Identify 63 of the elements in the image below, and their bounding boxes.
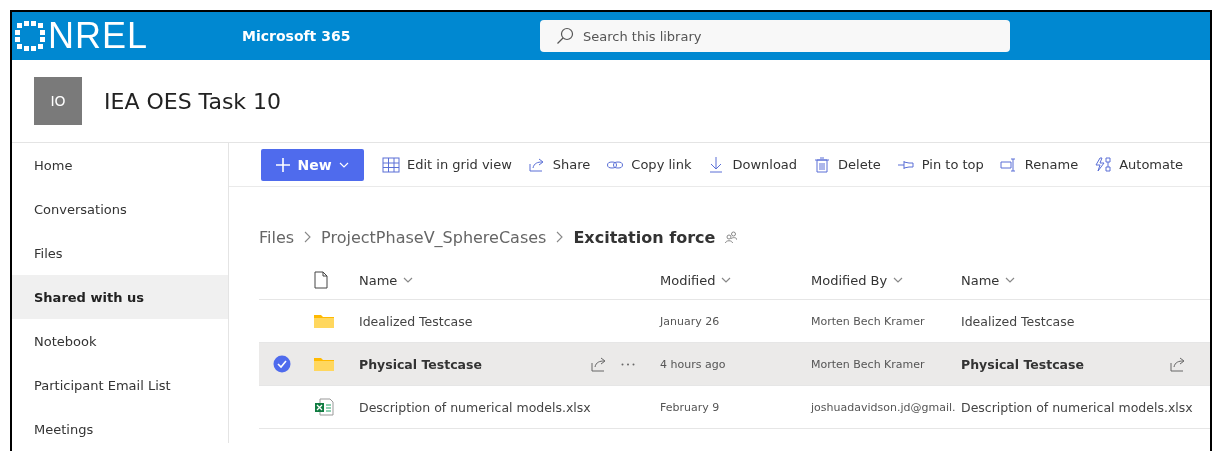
toolbar-command[interactable]: Pin to top: [896, 155, 984, 174]
file-icon: [314, 271, 328, 289]
trash-icon: [813, 155, 832, 174]
file-name[interactable]: Idealized Testcase: [359, 313, 591, 329]
column-header[interactable]: Modified By: [811, 272, 961, 288]
column-header[interactable]: Name: [961, 272, 1170, 288]
chevron-down-icon: [721, 277, 732, 283]
folder-icon: [314, 313, 334, 329]
chevron-down-icon: [338, 161, 349, 168]
chevron-right-icon: [556, 231, 564, 243]
nav-item[interactable]: Conversations: [12, 187, 228, 231]
plus-icon: [276, 157, 291, 172]
logo-text: NREL: [48, 15, 149, 57]
toolbar-command[interactable]: Share: [527, 155, 591, 174]
nav-item[interactable]: Files: [12, 231, 228, 275]
nav-item[interactable]: Meetings: [12, 407, 228, 451]
chevron-right-icon: [304, 231, 312, 243]
table-cell-text: Morten Bech Kramer: [811, 314, 926, 328]
nav-item[interactable]: Shared with us: [12, 275, 228, 319]
logo-icon: [14, 20, 46, 52]
table-cell-text: 4 hours ago: [660, 357, 727, 371]
column-header[interactable]: Modified: [660, 272, 811, 288]
table-cell: Description of numerical models.xlsx: [961, 399, 1193, 415]
spreadsheet-icon: [314, 398, 334, 416]
grid-icon: [382, 155, 400, 174]
table-cell-text: Morten Bech Kramer: [811, 357, 926, 371]
rename-icon: [999, 155, 1018, 174]
people-icon: [725, 231, 738, 243]
nav-item[interactable]: Notebook: [12, 319, 228, 363]
new-button[interactable]: New: [261, 148, 364, 181]
file-name[interactable]: Physical Testcase: [359, 356, 591, 372]
site-logo: IO: [34, 77, 82, 125]
toolbar-command[interactable]: Download: [707, 155, 798, 174]
breadcrumb-link[interactable]: Files: [259, 227, 295, 247]
nav-item[interactable]: Home: [12, 143, 228, 187]
app-title: Microsoft 365: [242, 28, 352, 44]
toolbar-command[interactable]: Copy link: [606, 155, 692, 174]
current-folder: Excitation force: [573, 227, 716, 247]
toolbar-command[interactable]: Rename: [999, 155, 1079, 174]
toolbar-command[interactable]: Automate: [1094, 155, 1184, 174]
table-cell-text: joshuadavidson.jd@gmail.: [811, 400, 957, 414]
chevron-down-icon: [1005, 277, 1016, 283]
toolbar-command[interactable]: Edit in grid view: [382, 155, 512, 174]
table-row[interactable]: Description of numerical models.xlsx February 9 joshuadavidson.jd@gmail. Description of numerical models.xlsx: [259, 386, 1210, 429]
search-field[interactable]: Search this library: [540, 20, 1010, 52]
search-icon: [556, 27, 574, 45]
folder-icon: [314, 356, 334, 372]
checkmark-icon[interactable]: [272, 355, 291, 373]
chevron-down-icon: [893, 277, 904, 283]
site-title: IEA OES Task 10: [104, 88, 282, 114]
toolbar-command[interactable]: Delete: [813, 155, 881, 174]
column-header[interactable]: Name: [359, 272, 591, 288]
nav-item[interactable]: Participant Email List: [12, 363, 228, 407]
table-cell-text: January 26: [660, 314, 721, 328]
table-cell-text: February 9: [660, 400, 721, 414]
table-row[interactable]: Physical Testcase 4 hours ago Morten Bech Kramer Physical Testcase: [259, 343, 1210, 386]
flow-icon: [1094, 155, 1113, 174]
table-cell-text: Idealized Testcase: [961, 313, 1076, 329]
table-cell-text: Physical Testcase: [961, 356, 1085, 372]
more-options-icon[interactable]: [621, 362, 635, 366]
chevron-down-icon: [403, 277, 414, 283]
breadcrumb-link[interactable]: ProjectPhaseV_SphereCases: [321, 227, 547, 247]
file-name[interactable]: Description of numerical models.xlsx: [359, 399, 591, 415]
